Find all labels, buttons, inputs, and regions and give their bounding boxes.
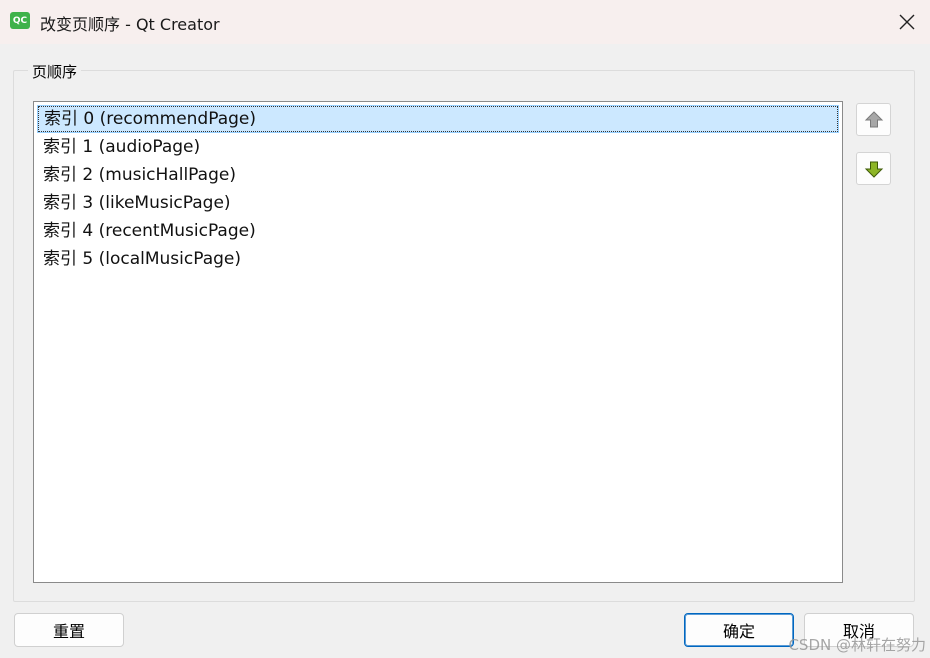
close-button[interactable] <box>884 0 930 44</box>
reset-button[interactable]: 重置 <box>14 613 124 647</box>
arrow-down-icon <box>864 161 883 178</box>
qt-creator-icon: QC <box>10 12 30 29</box>
close-icon <box>899 14 915 30</box>
arrow-up-icon <box>864 110 883 127</box>
list-item[interactable]: 索引 5 (localMusicPage) <box>37 245 839 273</box>
watermark: CSDN @林轩在努力 <box>788 636 926 654</box>
move-down-button[interactable] <box>856 152 891 185</box>
list-item[interactable]: 索引 4 (recentMusicPage) <box>37 217 839 245</box>
list-item[interactable]: 索引 1 (audioPage) <box>37 133 839 161</box>
groupbox-title: 页顺序 <box>28 61 82 82</box>
list-item[interactable]: 索引 3 (likeMusicPage) <box>37 189 839 217</box>
ok-button[interactable]: 确定 <box>684 613 794 647</box>
title-bar: QC 改变页顺序 - Qt Creator <box>0 0 930 44</box>
page-order-list[interactable]: 索引 0 (recommendPage) 索引 1 (audioPage) 索引… <box>33 101 843 583</box>
move-up-button[interactable] <box>856 103 891 136</box>
list-item[interactable]: 索引 2 (musicHallPage) <box>37 161 839 189</box>
window-title: 改变页顺序 - Qt Creator <box>40 15 220 34</box>
list-item[interactable]: 索引 0 (recommendPage) <box>37 105 839 133</box>
